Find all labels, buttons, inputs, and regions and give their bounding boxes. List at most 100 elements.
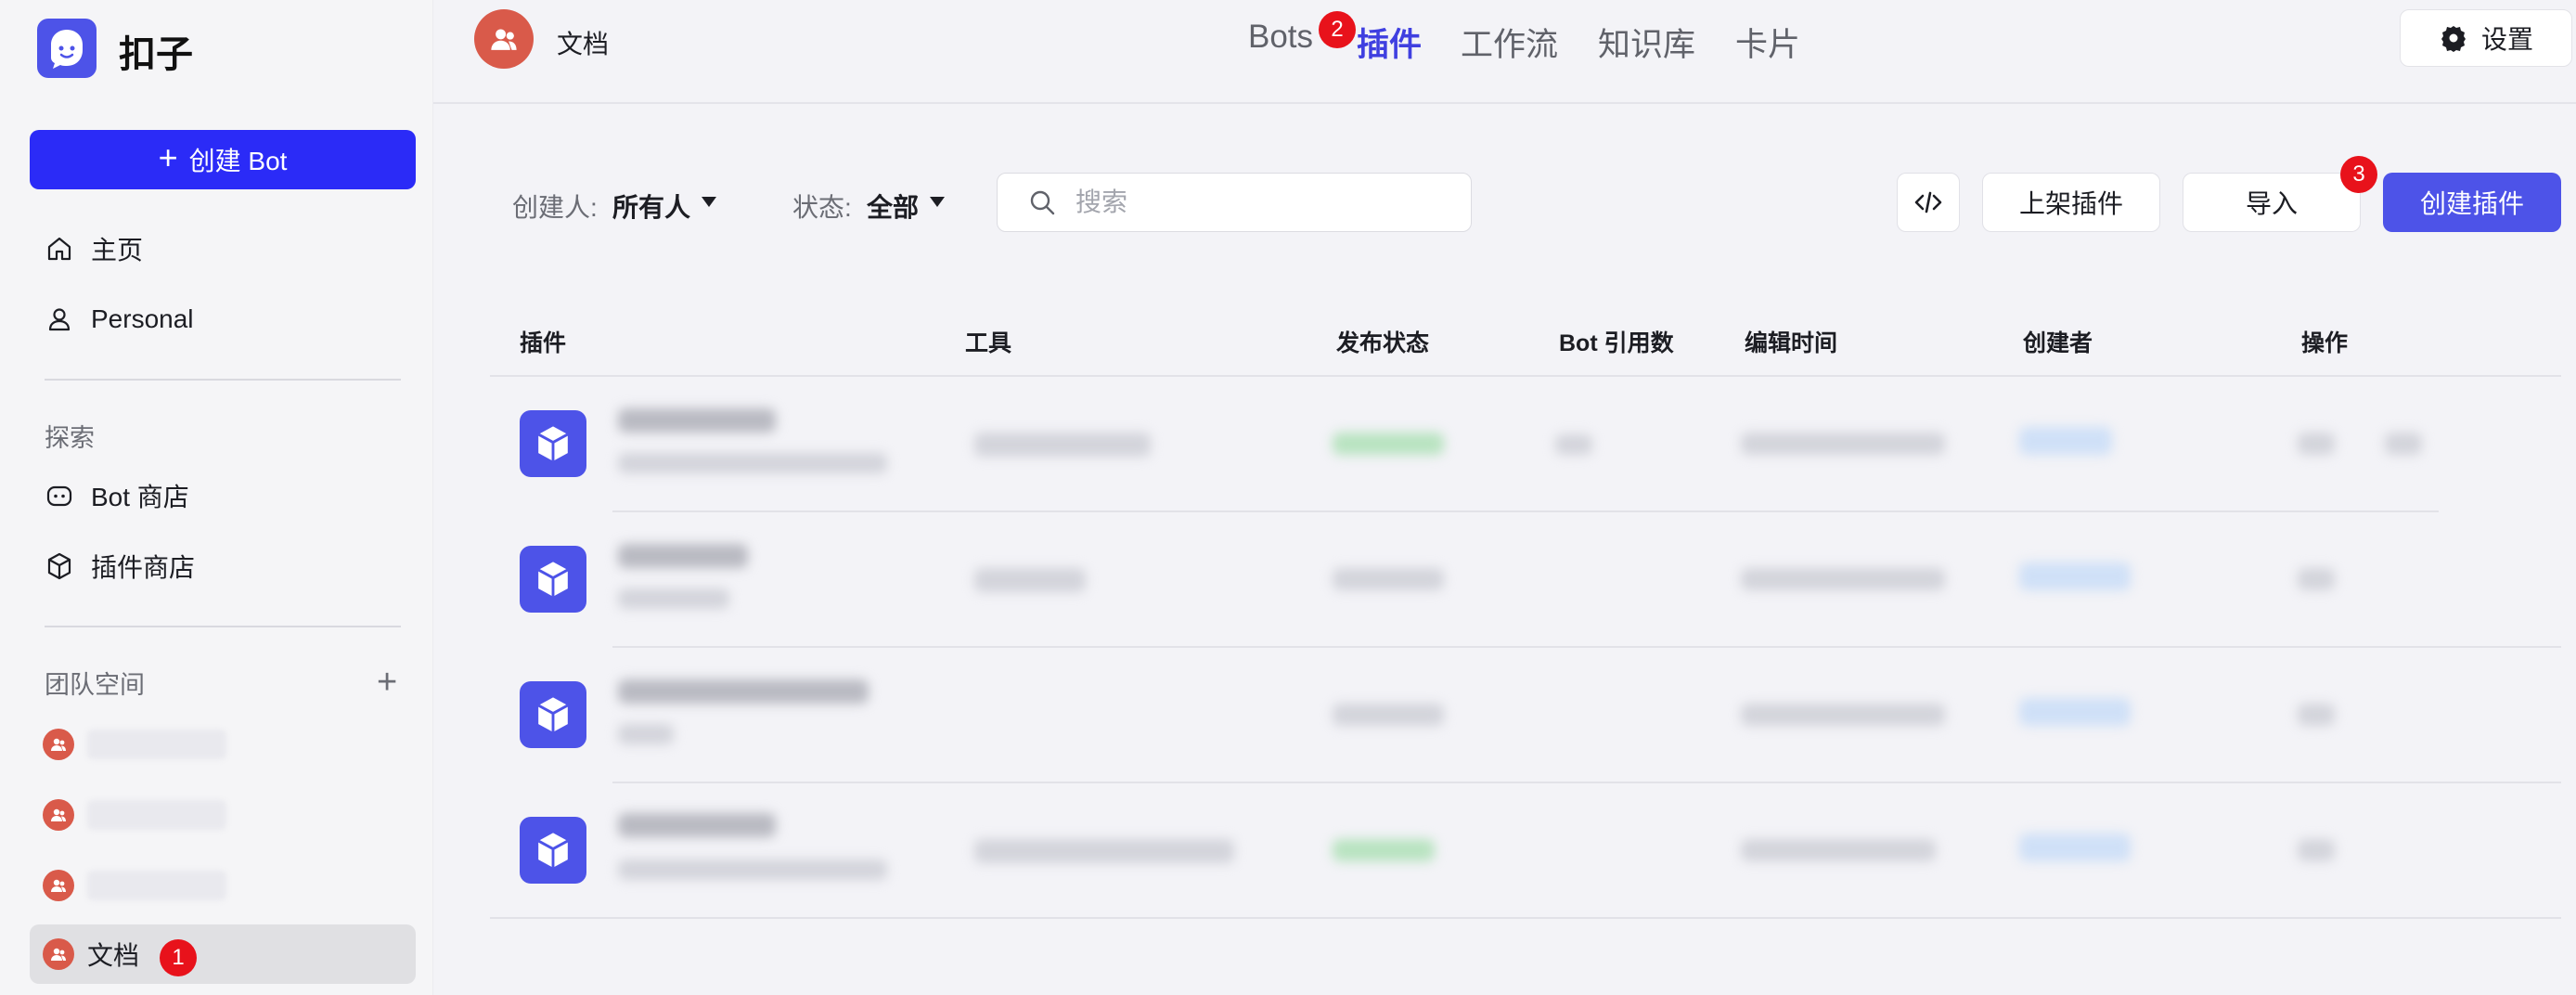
plugin-cube-icon — [520, 410, 586, 477]
column-header-actions: 操作 — [2301, 330, 2349, 356]
tab-plugins[interactable]: 插件 — [1357, 19, 1422, 66]
sidebar-item-personal[interactable]: Personal — [30, 290, 416, 349]
edit-time-redacted — [1741, 568, 1945, 590]
publish-status-redacted — [1333, 704, 1444, 726]
creator-redacted — [2019, 698, 2131, 726]
sidebar-divider — [45, 379, 401, 381]
cube-icon — [47, 552, 71, 580]
publish-status-redacted — [1333, 839, 1435, 861]
team-space-name-redacted — [87, 800, 226, 830]
action-redacted[interactable] — [2385, 433, 2422, 455]
edit-time-redacted — [1741, 839, 1936, 861]
sidebar-item-label: Personal — [91, 304, 194, 333]
team-avatar-icon — [491, 29, 517, 50]
team-avatar-icon — [43, 729, 74, 760]
home-icon — [47, 237, 71, 261]
annotation-badge-1: 1 — [160, 939, 197, 976]
team-space-item[interactable] — [30, 856, 416, 915]
row-divider — [612, 782, 2561, 783]
search-icon — [1030, 190, 1055, 215]
chevron-down-icon[interactable] — [702, 197, 716, 207]
tab-cards[interactable]: 卡片 — [1735, 19, 1800, 66]
team-section-label: 团队空间 — [45, 671, 145, 699]
column-header-plugin: 插件 — [520, 330, 567, 356]
sidebar-item-home[interactable]: 主页 — [30, 219, 416, 278]
team-space-item[interactable] — [30, 715, 416, 774]
status-filter-select[interactable]: 全部 — [867, 187, 919, 225]
publish-status-redacted — [1333, 433, 1444, 455]
plugin-name-redacted[interactable] — [618, 544, 748, 568]
tab-knowledge[interactable]: 知识库 — [1598, 19, 1695, 66]
team-avatar-icon — [43, 870, 74, 901]
app-name: 扣子 — [119, 34, 193, 75]
edit-time-redacted — [1741, 433, 1945, 455]
column-header-publish-status: 发布状态 — [1336, 330, 1430, 356]
app-logo[interactable] — [37, 19, 97, 78]
publish-plugin-button[interactable]: 上架插件 — [1982, 173, 2160, 232]
action-redacted[interactable] — [2298, 839, 2335, 861]
column-header-creator: 创建者 — [2023, 330, 2093, 356]
code-view-button[interactable] — [1897, 173, 1960, 232]
chevron-down-icon[interactable] — [930, 197, 945, 207]
coze-logo-icon — [51, 30, 83, 69]
team-avatar-icon — [43, 938, 74, 970]
column-header-bot-refs: Bot 引用数 — [1559, 330, 1674, 356]
workspace-title: 文档 — [557, 30, 610, 58]
team-space-name-redacted — [87, 730, 226, 759]
plugin-desc-redacted — [618, 859, 887, 880]
settings-button[interactable]: 设置 — [2400, 9, 2572, 67]
action-redacted[interactable] — [2298, 704, 2335, 726]
tools-redacted — [974, 839, 1234, 863]
team-space-item-docs[interactable]: 文档 — [30, 924, 416, 984]
tools-redacted — [974, 433, 1151, 457]
sidebar-item-label: 主页 — [91, 236, 144, 265]
bot-icon — [46, 485, 72, 507]
plugin-desc-redacted — [618, 453, 887, 473]
action-redacted[interactable] — [2298, 433, 2335, 455]
team-space-item[interactable] — [30, 785, 416, 845]
action-redacted[interactable] — [2298, 568, 2335, 590]
explore-section-label: 探索 — [45, 424, 95, 452]
tab-workflows[interactable]: 工作流 — [1461, 19, 1558, 66]
workspace-avatar — [474, 9, 534, 69]
column-header-tools: 工具 — [965, 330, 1012, 356]
creator-filter-label: 创建人: — [512, 193, 598, 222]
sidebar: 扣子 + 创建 Bot 主页 Personal 探索 Bot 商店 插件商店 团… — [0, 0, 433, 995]
create-plugin-button[interactable]: 创建插件 — [2383, 173, 2561, 232]
creator-redacted — [2019, 833, 2131, 861]
sidebar-item-label: Bot 商店 — [91, 483, 189, 511]
sidebar-item-bot-store[interactable]: Bot 商店 — [30, 466, 416, 525]
create-bot-label: 创建 Bot — [188, 147, 288, 175]
plugin-desc-redacted — [618, 588, 729, 609]
creator-redacted — [2019, 427, 2112, 455]
search-input[interactable] — [1074, 187, 1430, 218]
plugin-name-redacted[interactable] — [618, 408, 776, 433]
user-icon — [48, 308, 71, 331]
creator-filter-select[interactable]: 所有人 — [612, 187, 690, 225]
table-bottom-divider — [490, 917, 2561, 919]
add-team-space-button[interactable]: + — [377, 663, 397, 703]
row-divider — [612, 646, 2561, 648]
plus-icon: + — [158, 138, 178, 176]
table-header-divider — [490, 375, 2561, 377]
tools-redacted — [974, 568, 1086, 592]
annotation-badge-2: 2 — [1319, 11, 1356, 48]
edit-time-redacted — [1741, 704, 1945, 726]
plugin-cube-icon — [520, 546, 586, 613]
plugin-name-redacted[interactable] — [618, 679, 869, 704]
sidebar-item-plugin-store[interactable]: 插件商店 — [30, 536, 416, 596]
publish-status-redacted — [1333, 568, 1444, 590]
annotation-badge-3: 3 — [2340, 156, 2377, 193]
creator-redacted — [2019, 562, 2131, 590]
bot-refs-redacted — [1555, 434, 1592, 455]
team-space-name: 文档 — [87, 941, 140, 970]
import-button[interactable]: 导入 — [2183, 173, 2361, 232]
tab-bots[interactable]: Bots — [1248, 19, 1313, 56]
plugin-name-redacted[interactable] — [618, 813, 776, 837]
plugin-cube-icon — [520, 681, 586, 748]
column-header-edit-time: 编辑时间 — [1745, 330, 1838, 356]
row-divider — [612, 510, 2439, 512]
search-field[interactable] — [997, 173, 1472, 232]
sidebar-divider — [45, 626, 401, 627]
create-bot-button[interactable]: + 创建 Bot — [30, 130, 416, 189]
